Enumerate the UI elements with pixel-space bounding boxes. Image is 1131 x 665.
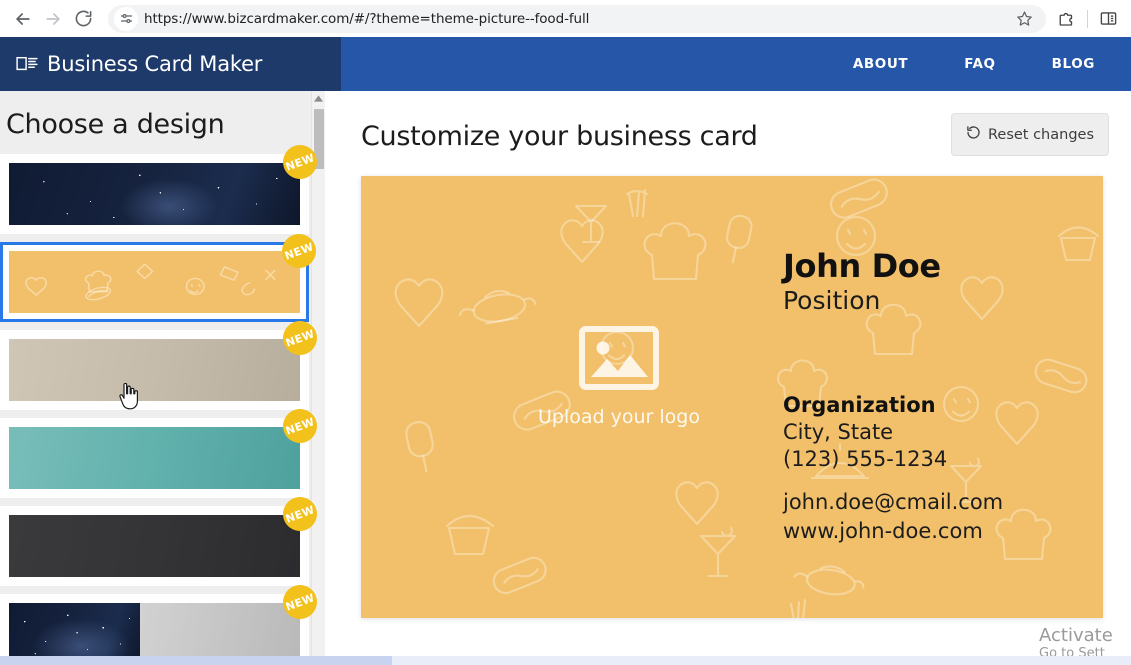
reading-list-icon[interactable] bbox=[1093, 4, 1123, 34]
reset-changes-label: Reset changes bbox=[987, 126, 1094, 143]
card-phone[interactable]: (123) 555-1234 bbox=[783, 446, 1103, 473]
food-doodle-pattern bbox=[9, 251, 300, 313]
design-thumbnail bbox=[9, 427, 300, 489]
brand-title: Business Card Maker bbox=[47, 52, 263, 76]
rotate-left-icon bbox=[966, 125, 981, 144]
sidebar-title: Choose a design bbox=[6, 109, 225, 140]
card-contact-block[interactable]: john.doe@cmail.com www.john-doe.com bbox=[783, 488, 1103, 547]
page-title: Customize your business card bbox=[361, 121, 758, 152]
extensions-icon[interactable] bbox=[1052, 4, 1082, 34]
card-website[interactable]: www.john-doe.com bbox=[783, 517, 1103, 546]
design-list: NEW NEW NEW NEW NEW NEW bbox=[0, 140, 325, 665]
logo-upload-label: Upload your logo bbox=[538, 406, 700, 428]
reset-changes-button[interactable]: Reset changes bbox=[950, 113, 1109, 156]
forward-button[interactable] bbox=[38, 4, 68, 34]
nav-item-about[interactable]: ABOUT bbox=[825, 56, 936, 72]
card-name-block[interactable]: John Doe Position bbox=[783, 248, 1083, 317]
card-position[interactable]: Position bbox=[783, 285, 1083, 318]
bookmark-star-icon[interactable] bbox=[1012, 7, 1036, 31]
logo-upload-area[interactable]: Upload your logo bbox=[509, 326, 729, 428]
app-body: Choose a design NEW NEW NEW NEW NEW NEW … bbox=[0, 91, 1131, 665]
main-header-row: Customize your business card Reset chang… bbox=[361, 113, 1109, 156]
sidebar-scrollbar[interactable] bbox=[311, 91, 325, 665]
business-card-preview[interactable]: Upload your logo John Doe Position Organ… bbox=[361, 176, 1103, 618]
page-horizontal-scrollbar[interactable] bbox=[0, 656, 1131, 665]
card-city-state[interactable]: City, State bbox=[783, 419, 1103, 446]
toolbar-divider bbox=[1087, 9, 1088, 28]
watermark-line-1: Activate bbox=[1039, 625, 1113, 646]
app-header: Business Card Maker ABOUT FAQ BLOG bbox=[0, 37, 1131, 91]
brand-area[interactable]: Business Card Maker bbox=[0, 37, 341, 91]
card-email[interactable]: john.doe@cmail.com bbox=[783, 488, 1103, 517]
business-card-icon bbox=[16, 55, 38, 73]
design-thumbnail bbox=[9, 339, 300, 401]
reload-button[interactable] bbox=[68, 4, 98, 34]
card-organization[interactable]: Organization bbox=[783, 392, 1103, 419]
design-option-dark-charcoal[interactable]: NEW bbox=[0, 492, 322, 586]
card-organization-block[interactable]: Organization City, State (123) 555-1234 bbox=[783, 392, 1103, 473]
design-thumbnail bbox=[9, 163, 300, 225]
scroll-up-arrow-icon[interactable] bbox=[312, 91, 325, 105]
url-text: https://www.bizcardmaker.com/#/?theme=th… bbox=[144, 10, 590, 27]
design-option-food-orange[interactable]: NEW bbox=[0, 229, 321, 322]
design-option-beige-gradient[interactable]: NEW bbox=[0, 316, 322, 410]
page-horizontal-scrollbar-thumb[interactable] bbox=[0, 656, 392, 665]
back-button[interactable] bbox=[8, 4, 38, 34]
design-option-teal-gradient[interactable]: NEW bbox=[0, 404, 322, 498]
browser-action-icons bbox=[1052, 4, 1123, 34]
design-option-starry-night[interactable]: NEW bbox=[0, 140, 322, 234]
design-thumbnail bbox=[9, 515, 300, 577]
nav-item-blog[interactable]: BLOG bbox=[1024, 56, 1123, 72]
design-sidebar: Choose a design NEW NEW NEW NEW NEW NEW bbox=[0, 91, 325, 665]
image-placeholder-icon bbox=[509, 326, 729, 390]
design-thumbnail bbox=[9, 251, 300, 313]
main-panel: Customize your business card Reset chang… bbox=[325, 91, 1131, 665]
main-nav: ABOUT FAQ BLOG bbox=[341, 37, 1131, 91]
browser-toolbar: https://www.bizcardmaker.com/#/?theme=th… bbox=[0, 0, 1131, 37]
address-bar[interactable]: https://www.bizcardmaker.com/#/?theme=th… bbox=[108, 4, 1046, 33]
nav-item-faq[interactable]: FAQ bbox=[936, 56, 1023, 72]
card-name[interactable]: John Doe bbox=[783, 248, 1083, 285]
site-info-icon[interactable] bbox=[114, 6, 138, 31]
design-option-split-stars-gray[interactable]: NEW bbox=[0, 580, 322, 665]
